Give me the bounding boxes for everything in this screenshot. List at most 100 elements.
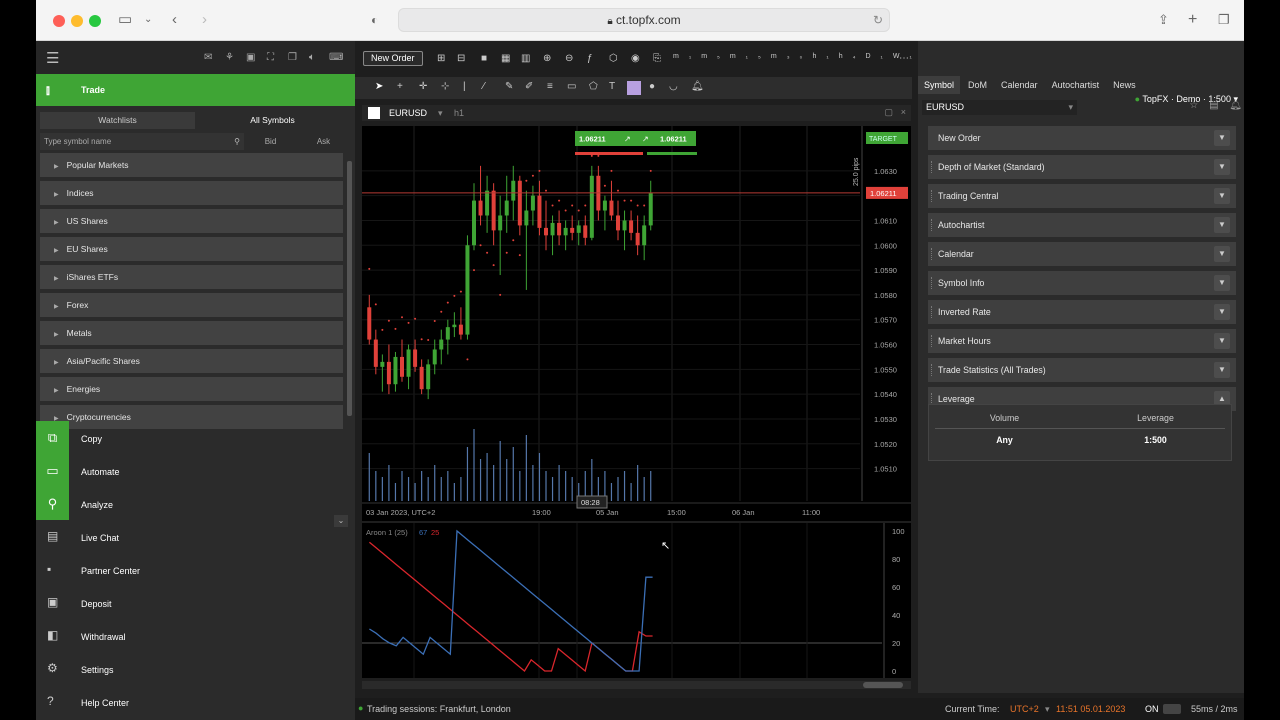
connection-toggle[interactable] (1163, 704, 1181, 714)
chevron-down-icon[interactable]: ▼ (1214, 130, 1230, 146)
fullscreen-icon[interactable]: ⛶ (267, 52, 274, 63)
chevron-down-icon[interactable]: ▼ (1214, 362, 1230, 378)
section-trade-statistics-all-trades-[interactable]: Trade Statistics (All Trades) ▼ (928, 358, 1236, 382)
tabs-overview-icon[interactable]: ❐ (1218, 11, 1230, 29)
chevron-down-icon[interactable]: ▼ (1214, 333, 1230, 349)
hamburger-menu-icon[interactable]: ☰ (46, 49, 59, 67)
chart-timeframe[interactable]: h1 (454, 108, 464, 118)
workspace-icon[interactable]: ⊟ (457, 53, 465, 64)
bell-icon[interactable]: 🔔︎ (691, 81, 704, 92)
template-icon[interactable]: ⎘ (653, 53, 661, 64)
category-item[interactable]: ▶ Popular Markets (40, 153, 343, 177)
close-window-button[interactable] (53, 15, 65, 27)
section-autochartist[interactable]: Autochartist ▼ (928, 213, 1236, 237)
back-icon[interactable]: ‹ (172, 11, 177, 29)
vertical-line-icon[interactable]: | (463, 81, 466, 92)
nav-item-automate[interactable]: ▭ Automate (36, 454, 355, 487)
symbol-dropdown-icon[interactable]: ▾ (438, 108, 443, 119)
tab-autochartist[interactable]: Autochartist (1046, 76, 1106, 94)
collapse-button[interactable]: ⌄ (334, 515, 348, 527)
forward-icon[interactable]: › (202, 11, 207, 29)
nav-item-settings[interactable]: ⚙ Settings (36, 652, 355, 685)
section-inverted-rate[interactable]: Inverted Rate ▼ (928, 300, 1236, 324)
chevron-down-icon[interactable]: ▼ (1214, 217, 1230, 233)
nav-item-help-center[interactable]: ? Help Center (36, 685, 355, 718)
maximize-window-button[interactable] (89, 15, 101, 27)
windows-icon[interactable]: ❐ (288, 52, 297, 63)
search-icon[interactable]: ⚲ (234, 133, 240, 150)
chevron-down-icon[interactable]: ▼ (1214, 159, 1230, 175)
category-item[interactable]: ▶ Asia/Pacific Shares (40, 349, 343, 373)
section-symbol-info[interactable]: Symbol Info ▼ (928, 271, 1236, 295)
visibility-icon[interactable]: ◉ (631, 53, 640, 64)
mail-icon[interactable]: ✉ (204, 52, 212, 63)
category-item[interactable]: ▶ Energies (40, 377, 343, 401)
chart-scrollbar[interactable] (362, 681, 911, 689)
drag-handle[interactable] (931, 161, 933, 173)
trendline-icon[interactable]: ⁄ (483, 81, 485, 92)
nav-item-partner-center[interactable]: ▪ Partner Center (36, 553, 355, 586)
section-market-hours[interactable]: Market Hours ▼ (928, 329, 1236, 353)
grid-layout-icon[interactable]: ▦ (501, 53, 510, 64)
star-icon[interactable]: ☆ (1189, 100, 1198, 111)
crosshair-icon[interactable]: + (397, 81, 403, 92)
drag-handle[interactable] (931, 364, 933, 376)
eye-icon[interactable]: ◡ (669, 81, 678, 92)
tab-symbol[interactable]: Symbol (918, 76, 961, 94)
nav-item-deposit[interactable]: ▣ Deposit (36, 586, 355, 619)
sell-button[interactable]: 1.06211 ↗ (575, 131, 643, 146)
sound-icon[interactable]: 🔈︎ (309, 52, 315, 63)
zoom-in-icon[interactable]: ⊕ (543, 53, 551, 64)
drag-handle[interactable] (931, 248, 933, 260)
nav-item-copy[interactable]: ⧉ Copy (36, 421, 355, 454)
alerts-icon[interactable]: ⚘ (225, 52, 234, 63)
buy-button[interactable]: ↗ 1.06211 (638, 131, 696, 146)
category-scrollbar[interactable] (347, 161, 352, 416)
chevron-down-icon[interactable]: ⌄ (144, 11, 152, 29)
category-item[interactable]: ▶ iShares ETFs (40, 265, 343, 289)
tab-dom[interactable]: DoM (962, 76, 993, 94)
section-calendar[interactable]: Calendar ▼ (928, 242, 1236, 266)
chart-icon[interactable]: ▤ (1209, 100, 1218, 111)
reload-icon[interactable]: ↻ (873, 9, 883, 31)
aroon-oscillator[interactable]: 100 80 60 40 20 0 Aroon 1 (25) 67 25 ↖ (362, 523, 911, 678)
section-trading-central[interactable]: Trading Central ▼ (928, 184, 1236, 208)
sidebar-toggle-icon[interactable]: ▭ (118, 11, 132, 29)
maximize-chart-icon[interactable]: ▢ (884, 107, 893, 118)
keyboard-icon[interactable]: ⌨ (329, 52, 343, 63)
objects-icon[interactable]: ⬡ (609, 53, 618, 64)
indicators-icon[interactable]: ƒ (587, 53, 593, 64)
trade-menu-item[interactable]: ⫾ Trade (36, 74, 355, 106)
fibonacci-icon[interactable]: ≡ (547, 81, 553, 92)
tab-all-symbols[interactable]: All Symbols (195, 112, 350, 129)
shape-icon[interactable]: ⬠ (589, 81, 598, 92)
address-bar[interactable]: 🔒︎ ct.topfx.com ↻ (398, 8, 890, 32)
tab-news[interactable]: News (1107, 76, 1142, 94)
tab-watchlists[interactable]: Watchlists (40, 112, 195, 129)
layout-icon[interactable]: ▣ (246, 52, 255, 63)
new-order-button[interactable]: New Order (363, 51, 423, 66)
chart-type-icon[interactable]: ⊞ (437, 53, 445, 64)
more-icon[interactable]: ⋯ (899, 53, 909, 64)
chevron-down-icon[interactable]: ▼ (1214, 304, 1230, 320)
category-item[interactable]: ▶ US Shares (40, 209, 343, 233)
section-new-order[interactable]: New Order ▼ (928, 126, 1236, 150)
chevron-down-icon[interactable]: ▼ (1214, 275, 1230, 291)
new-tab-icon[interactable]: + (1188, 11, 1197, 29)
share-icon[interactable]: ⇪ (1158, 11, 1169, 29)
minimize-window-button[interactable] (71, 15, 83, 27)
pen-icon[interactable]: ✎ (505, 81, 513, 92)
nav-item-live-chat[interactable]: ▤ Live Chat (36, 520, 355, 553)
category-item[interactable]: ▶ Forex (40, 293, 343, 317)
zoom-out-icon[interactable]: ⊖ (565, 53, 573, 64)
timezone-select[interactable]: UTC+2 (1010, 704, 1039, 714)
color-picker[interactable] (627, 81, 641, 95)
drag-handle[interactable] (931, 190, 933, 202)
circle-icon[interactable]: ● (649, 81, 655, 92)
split-layout-icon[interactable]: ▥ (521, 53, 530, 64)
symbol-select[interactable]: EURUSD ▾ (922, 100, 1077, 115)
nav-item-analyze[interactable]: ⚲ Analyze (36, 487, 355, 520)
symbol-search-input[interactable]: Type symbol name ⚲ (40, 133, 244, 150)
cross-tool-icon[interactable]: ✛ (419, 81, 427, 92)
drag-handle[interactable] (931, 277, 933, 289)
